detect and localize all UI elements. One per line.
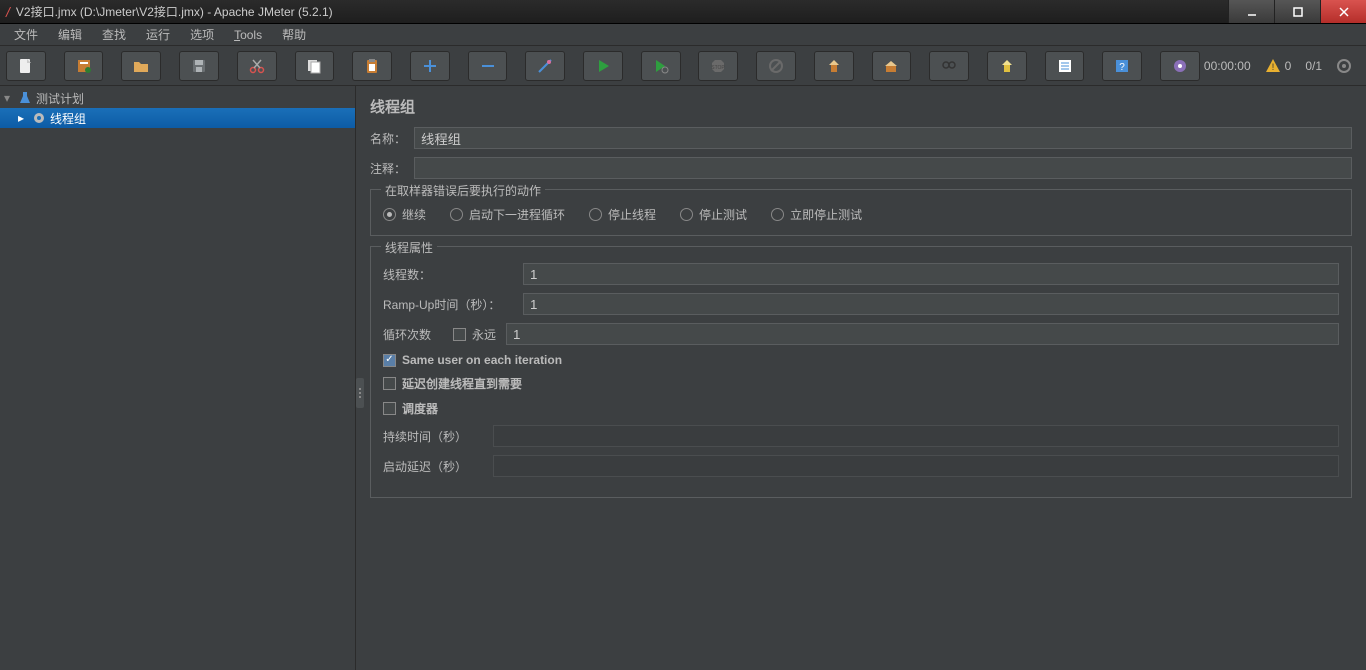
stop-button[interactable]: STOP [698, 51, 738, 81]
new-file-button[interactable] [6, 51, 46, 81]
on-error-legend: 在取样器错误后要执行的动作 [381, 182, 545, 199]
elapsed-time: 00:00:00 [1204, 59, 1251, 73]
thread-indicator-icon [1336, 58, 1352, 74]
svg-text:STOP: STOP [712, 65, 726, 71]
svg-text:!: ! [1271, 62, 1274, 72]
window-title: V2接口.jmx (D:\Jmeter\V2接口.jmx) - Apache J… [16, 3, 333, 20]
clear-button[interactable] [814, 51, 854, 81]
radio-next-loop[interactable]: 启动下一进程循环 [450, 206, 565, 223]
caret-down-icon[interactable]: ▾ [4, 91, 14, 105]
collapse-button[interactable] [468, 51, 508, 81]
duration-input [493, 425, 1339, 447]
paste-button[interactable] [352, 51, 392, 81]
threads-input[interactable] [523, 263, 1339, 285]
menu-search[interactable]: 查找 [94, 24, 134, 45]
start-no-timers-button[interactable] [641, 51, 681, 81]
startup-delay-input [493, 455, 1339, 477]
window-titlebar: / V2接口.jmx (D:\Jmeter\V2接口.jmx) - Apache… [0, 0, 1366, 24]
tree-node-label: 线程组 [50, 110, 86, 127]
loop-forever-checkbox[interactable]: 永远 [453, 326, 496, 343]
menu-file[interactable]: 文件 [6, 24, 46, 45]
open-button[interactable] [121, 51, 161, 81]
expand-button[interactable] [410, 51, 450, 81]
rampup-label: Ramp-Up时间（秒）： [383, 296, 513, 313]
thread-props-fieldset: 线程属性 线程数： Ramp-Up时间（秒）： 循环次数 永远 Same use… [370, 246, 1352, 498]
radio-stop-thread[interactable]: 停止线程 [589, 206, 656, 223]
editor-panel: 线程组 名称： 注释： 在取样器错误后要执行的动作 继续 启动下一进程循环 停止… [356, 86, 1366, 670]
active-threads: 0/1 [1305, 59, 1322, 73]
function-helper-button[interactable] [1045, 51, 1085, 81]
thread-props-legend: 线程属性 [381, 239, 437, 256]
templates-button[interactable] [64, 51, 104, 81]
radio-stop-test[interactable]: 停止测试 [680, 206, 747, 223]
test-plan-tree[interactable]: ▾ 测试计划 ▸ 线程组 [0, 86, 356, 670]
warning-count[interactable]: ! 0 [1265, 58, 1292, 74]
loop-label: 循环次数 [383, 326, 443, 343]
rampup-input[interactable] [523, 293, 1339, 315]
app-icon: / [6, 4, 10, 20]
menu-help[interactable]: 帮助 [274, 24, 314, 45]
close-button[interactable] [1320, 0, 1366, 23]
menu-run[interactable]: 运行 [138, 24, 178, 45]
save-button[interactable] [179, 51, 219, 81]
shutdown-button[interactable] [756, 51, 796, 81]
clear-all-button[interactable] [872, 51, 912, 81]
loop-count-input[interactable] [506, 323, 1339, 345]
scheduler-checkbox[interactable]: 调度器 [383, 400, 438, 417]
menu-edit[interactable]: 编辑 [50, 24, 90, 45]
minimize-button[interactable] [1228, 0, 1274, 23]
help-button[interactable]: ? [1102, 51, 1142, 81]
name-input[interactable] [414, 127, 1352, 149]
startup-delay-label: 启动延迟（秒） [383, 458, 483, 475]
radio-continue[interactable]: 继续 [383, 206, 426, 223]
menu-options[interactable]: 选项 [182, 24, 222, 45]
splitter-handle[interactable] [356, 378, 364, 408]
main-split: ▾ 测试计划 ▸ 线程组 线程组 名称： 注释： 在取样器错误后要执行的动作 继… [0, 86, 1366, 670]
comment-label: 注释： [370, 160, 406, 177]
name-label: 名称： [370, 130, 406, 147]
cut-button[interactable] [237, 51, 277, 81]
comment-input[interactable] [414, 157, 1352, 179]
tree-root-label: 测试计划 [36, 90, 84, 107]
panel-title: 线程组 [370, 96, 1352, 117]
on-error-fieldset: 在取样器错误后要执行的动作 继续 启动下一进程循环 停止线程 停止测试 立即停止… [370, 189, 1352, 236]
gear-icon [32, 111, 46, 125]
heap-dump-button[interactable] [1160, 51, 1200, 81]
radio-stop-now[interactable]: 立即停止测试 [771, 206, 862, 223]
threads-label: 线程数： [383, 266, 513, 283]
window-controls [1228, 0, 1366, 23]
start-button[interactable] [583, 51, 623, 81]
delay-create-checkbox[interactable]: 延迟创建线程直到需要 [383, 375, 522, 392]
caret-right-icon[interactable]: ▸ [18, 111, 28, 125]
menu-tools[interactable]: Tools [226, 26, 270, 44]
maximize-button[interactable] [1274, 0, 1320, 23]
menubar: 文件 编辑 查找 运行 选项 Tools 帮助 [0, 24, 1366, 46]
copy-button[interactable] [295, 51, 335, 81]
search-button[interactable] [929, 51, 969, 81]
tree-root-test-plan[interactable]: ▾ 测试计划 [0, 88, 355, 108]
toolbar-status: 00:00:00 ! 0 0/1 [1204, 58, 1360, 74]
tree-node-thread-group[interactable]: ▸ 线程组 [0, 108, 355, 128]
same-user-checkbox[interactable]: Same user on each iteration [383, 353, 562, 367]
toggle-button[interactable] [525, 51, 565, 81]
duration-label: 持续时间（秒） [383, 428, 483, 445]
beaker-icon [18, 91, 32, 105]
svg-text:?: ? [1119, 62, 1125, 73]
reset-search-button[interactable] [987, 51, 1027, 81]
toolbar: STOP ? 00:00:00 ! 0 0/1 [0, 46, 1366, 86]
